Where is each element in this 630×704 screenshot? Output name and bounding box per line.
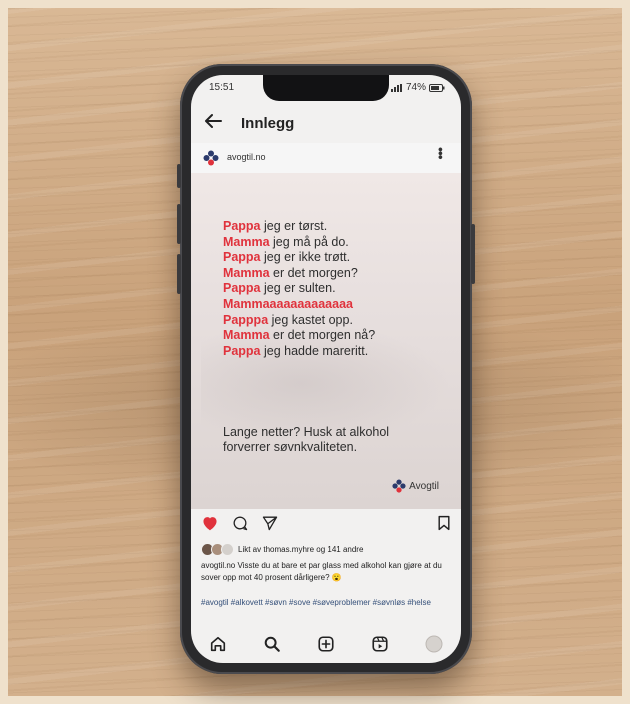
reels-icon[interactable]	[369, 633, 391, 655]
phone-device: 15:51 74% Innlegg avogtil.no ••• Pappa j…	[177, 64, 475, 674]
poem-line: Pappa jeg hadde mareritt.	[223, 343, 369, 358]
poem: Pappa jeg er tørst. Mamma jeg må på do. …	[223, 219, 375, 359]
profile-icon[interactable]	[423, 633, 445, 655]
add-post-icon[interactable]	[315, 633, 337, 655]
volume-up-button	[177, 204, 181, 244]
avogtil-logo-icon	[392, 479, 406, 493]
power-button	[471, 224, 475, 284]
arrow-left-icon[interactable]	[203, 111, 223, 137]
mute-switch	[177, 164, 181, 188]
likes-row[interactable]: Likt av thomas.myhre og 141 andre	[201, 543, 363, 556]
poem-line: Mamma er det morgen nå?	[223, 328, 376, 343]
comment-icon[interactable]	[231, 515, 249, 536]
post-image: Pappa jeg er tørst. Mamma jeg må på do. …	[191, 173, 461, 509]
poem-line: Mammaaaaaaaaaaaaa	[223, 296, 353, 311]
page-title: Innlegg	[241, 115, 295, 132]
status-indicators: 74%	[390, 82, 445, 93]
post-tagline: Lange netter? Husk at alkohol forverrer …	[223, 425, 390, 454]
poem-line: Pappa jeg er ikke trøtt.	[223, 250, 351, 265]
top-bar: Innlegg	[191, 105, 461, 143]
brand-name: Avogtil	[409, 480, 439, 492]
post-actions	[191, 511, 461, 537]
battery-icon	[429, 83, 445, 92]
home-icon[interactable]	[207, 633, 229, 655]
bottom-nav	[191, 625, 461, 663]
post-hashtags[interactable]: #avogtil #alkovett #søvn #sove #søveprob…	[201, 597, 453, 609]
post-caption: avogtil.no Visste du at bare et par glas…	[201, 561, 442, 582]
more-options-icon[interactable]: •••	[433, 147, 449, 159]
volume-down-button	[177, 254, 181, 294]
poem-line: Papppa jeg kastet opp.	[223, 312, 353, 327]
post-brand: Avogtil	[392, 479, 439, 493]
likes-text[interactable]: Likt av thomas.myhre og 141 andre	[238, 545, 363, 554]
account-name[interactable]: avogtil.no	[227, 152, 266, 162]
poem-line: Mamma er det morgen?	[223, 265, 358, 280]
bookmark-icon[interactable]	[437, 515, 451, 536]
share-icon[interactable]	[261, 515, 279, 536]
avogtil-logo-icon	[203, 150, 219, 166]
avatar	[221, 543, 234, 556]
search-icon[interactable]	[261, 633, 283, 655]
notch	[263, 75, 389, 101]
poem-line: Pappa jeg er sulten.	[223, 281, 336, 296]
signal-icon	[390, 83, 402, 92]
status-time: 15:51	[209, 82, 235, 93]
poem-line: Mamma jeg må på do.	[223, 234, 349, 249]
account-row[interactable]: avogtil.no •••	[191, 143, 461, 173]
phone-screen: 15:51 74% Innlegg avogtil.no ••• Pappa j…	[191, 75, 461, 663]
poem-line: Pappa jeg er tørst.	[223, 219, 328, 233]
heart-icon[interactable]	[201, 515, 219, 536]
battery-percent: 74%	[405, 82, 426, 93]
